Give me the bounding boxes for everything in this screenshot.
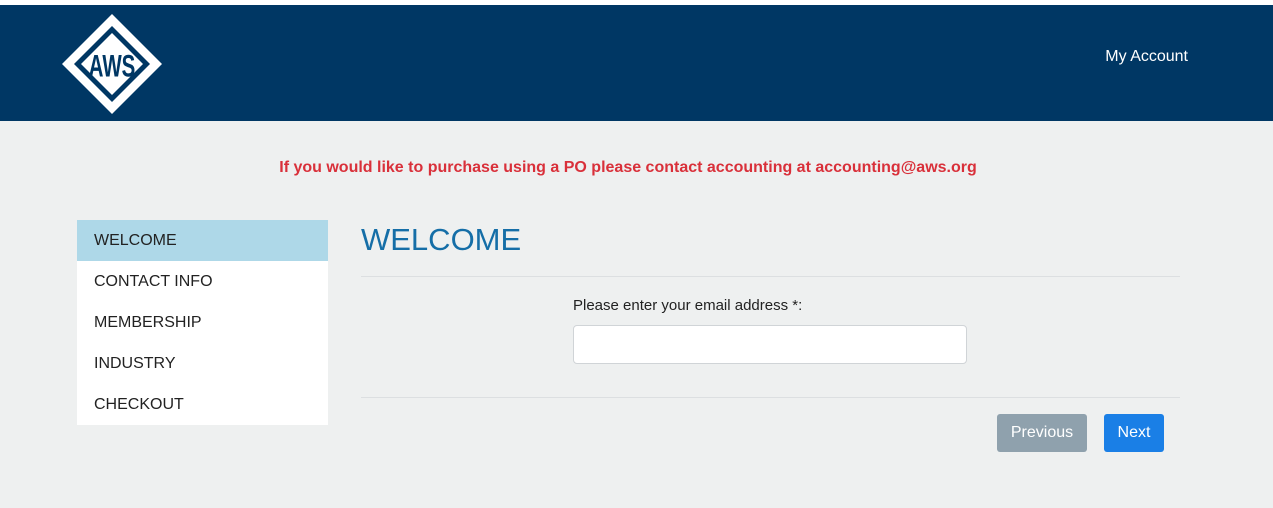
email-label: Please enter your email address *: xyxy=(573,297,803,314)
po-notice: If you would like to purchase using a PO… xyxy=(279,159,977,176)
email-input[interactable] xyxy=(573,325,967,364)
aws-logo[interactable]: AWS xyxy=(60,12,164,116)
form-divider xyxy=(361,397,1180,398)
previous-button[interactable]: Previous xyxy=(997,414,1087,452)
sidebar-item-membership[interactable]: MEMBERSHIP xyxy=(77,302,328,343)
next-button[interactable]: Next xyxy=(1104,414,1164,452)
sidebar-item-industry[interactable]: INDUSTRY xyxy=(77,343,328,384)
step-sidebar: WELCOME CONTACT INFO MEMBERSHIP INDUSTRY… xyxy=(77,220,328,425)
site-header: AWS My Account xyxy=(0,5,1273,121)
sidebar-item-contact-info[interactable]: CONTACT INFO xyxy=(77,261,328,302)
sidebar-item-checkout[interactable]: CHECKOUT xyxy=(77,384,328,425)
my-account-link[interactable]: My Account xyxy=(1105,48,1188,66)
sidebar-item-welcome[interactable]: WELCOME xyxy=(77,220,328,261)
logo-text: AWS xyxy=(89,48,136,83)
title-divider xyxy=(361,276,1180,277)
page-title: WELCOME xyxy=(361,222,522,257)
